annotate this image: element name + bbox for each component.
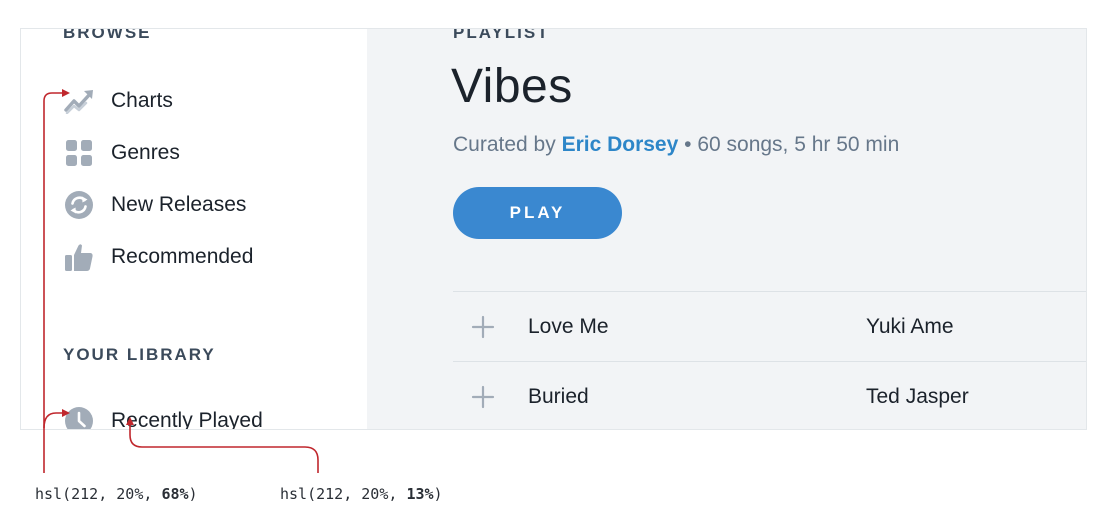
grid-icon xyxy=(63,137,95,169)
plus-icon[interactable] xyxy=(471,315,495,339)
playlist-kicker: PLAYLIST xyxy=(453,28,550,42)
track-title: Love Me xyxy=(528,314,609,338)
curator-link[interactable]: Eric Dorsey xyxy=(562,133,679,156)
playlist-view: PLAYLIST Vibes Curated by Eric Dorsey • … xyxy=(367,29,1086,429)
track-list: Love Me Yuki Ame Buried Ted Jasper xyxy=(453,291,1086,429)
text-color-callout-line xyxy=(129,424,319,473)
library-nav: Recently Played xyxy=(63,395,353,430)
music-app-window: BROWSE Charts Genres New Releases Recomm… xyxy=(20,28,1087,430)
sidebar: BROWSE Charts Genres New Releases Recomm… xyxy=(21,29,367,429)
sidebar-item-label: Charts xyxy=(111,89,173,112)
play-button[interactable]: PLAY xyxy=(453,187,622,239)
screenshot-stage: BROWSE Charts Genres New Releases Recomm… xyxy=(0,0,1117,526)
sidebar-item-recently-played[interactable]: Recently Played xyxy=(63,395,353,430)
sidebar-item-label: Genres xyxy=(111,141,180,164)
your-library-heading: YOUR LIBRARY xyxy=(63,345,216,364)
curated-by-label: Curated by xyxy=(453,133,562,156)
text-color-annotation: hsl(212, 20%, 13%) xyxy=(280,485,443,503)
trending-chart-icon xyxy=(63,85,95,117)
browse-heading: BROWSE xyxy=(63,28,152,42)
browse-nav: Charts Genres New Releases Recommended xyxy=(63,75,353,283)
sidebar-item-label: Recently Played xyxy=(111,409,263,430)
plus-icon[interactable] xyxy=(471,385,495,409)
playlist-stats: • 60 songs, 5 hr 50 min xyxy=(678,133,900,156)
track-title: Buried xyxy=(528,384,589,408)
table-row[interactable]: Buried Ted Jasper xyxy=(453,361,1086,429)
page-title: Vibes xyxy=(451,60,573,113)
sidebar-item-charts[interactable]: Charts xyxy=(63,75,353,127)
sidebar-item-label: Recommended xyxy=(111,245,254,268)
sidebar-item-recommended[interactable]: Recommended xyxy=(63,231,353,283)
table-row[interactable]: Love Me Yuki Ame xyxy=(453,291,1086,361)
refresh-icon xyxy=(63,189,95,221)
sidebar-item-genres[interactable]: Genres xyxy=(63,127,353,179)
icon-color-annotation: hsl(212, 20%, 68%) xyxy=(35,485,198,503)
sidebar-item-new-releases[interactable]: New Releases xyxy=(63,179,353,231)
thumbs-up-icon xyxy=(63,241,95,273)
track-artist[interactable]: Ted Jasper xyxy=(866,385,969,409)
track-artist[interactable]: Yuki Ame xyxy=(866,315,954,339)
clock-icon xyxy=(63,405,95,429)
sidebar-item-label: New Releases xyxy=(111,193,247,216)
playlist-meta: Curated by Eric Dorsey • 60 songs, 5 hr … xyxy=(453,133,899,157)
